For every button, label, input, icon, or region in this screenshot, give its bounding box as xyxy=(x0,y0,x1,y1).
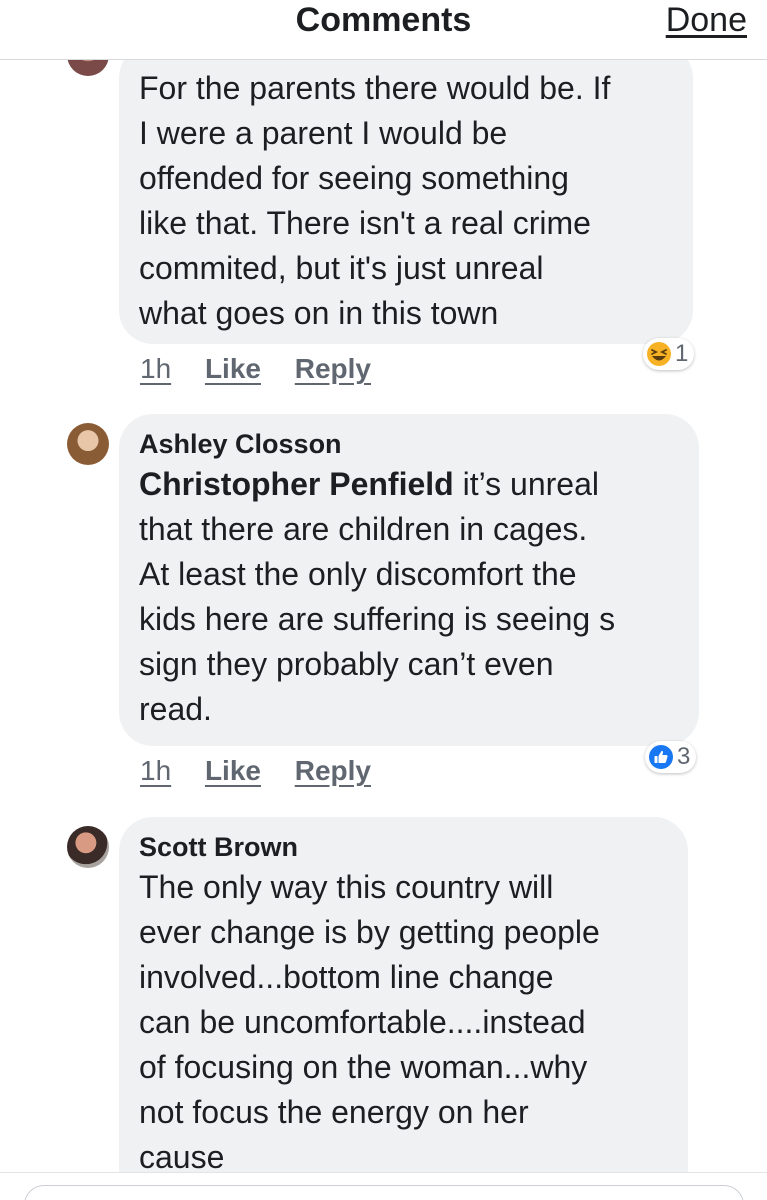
comment-text-line: what goes on in this town xyxy=(139,295,499,331)
comment-text-line: commited, but it's just unreal xyxy=(139,250,544,286)
comment-input[interactable] xyxy=(24,1185,744,1200)
comment-text-line: read. xyxy=(139,691,212,727)
reaction-badge[interactable]: 1 xyxy=(643,338,695,370)
comment-timestamp[interactable]: 1h xyxy=(140,349,171,389)
comment-text-line: I were a parent I would be xyxy=(139,115,508,151)
comment-text-line: For the parents there would be. If xyxy=(139,70,611,106)
comment-text-line: like that. There isn't a real crime xyxy=(139,205,591,241)
comment-text-line: The only way this country will xyxy=(139,869,554,905)
comment-author[interactable]: Scott Brown xyxy=(139,829,668,865)
comment-actions: 1h Like Reply xyxy=(140,349,397,389)
reaction-badge[interactable]: 3 xyxy=(645,741,697,773)
comment-author[interactable]: Ashley Closson xyxy=(139,426,679,462)
header-bar: Comments Done xyxy=(0,0,767,60)
like-button[interactable]: Like xyxy=(205,349,261,389)
comment-bubble: Ashley Closson Christopher Penfield it’s… xyxy=(119,414,699,746)
comment-text-line: can be uncomfortable....instead xyxy=(139,1004,586,1040)
comment-text-line: of focusing on the woman...why xyxy=(139,1049,588,1085)
avatar[interactable] xyxy=(67,423,109,465)
reply-button[interactable]: Reply xyxy=(295,751,371,791)
comment-text-line: ever change is by getting people xyxy=(139,914,600,950)
comment-text-line: not focus the energy on her xyxy=(139,1094,529,1130)
like-button[interactable]: Like xyxy=(205,751,261,791)
page-title: Comments xyxy=(295,1,472,39)
reaction-count: 3 xyxy=(677,743,691,770)
comment-text-line: sign they probably can’t even xyxy=(139,646,554,682)
comment-bubble: For the parents there would be. If I wer… xyxy=(119,44,693,344)
comment-timestamp[interactable]: 1h xyxy=(140,751,171,791)
avatar[interactable] xyxy=(67,826,109,868)
comment-bubble: Scott Brown The only way this country wi… xyxy=(119,817,688,1200)
comment-text-line: offended for seeing something xyxy=(139,160,569,196)
done-button[interactable]: Done xyxy=(666,0,747,40)
comment-actions: 1h Like Reply xyxy=(140,751,397,791)
comment-text-fragment: it’s unreal xyxy=(453,466,599,502)
comment-text-line: involved...bottom line change xyxy=(139,959,554,995)
haha-icon xyxy=(647,342,671,366)
comment-text-line: At least the only discomfort the xyxy=(139,556,577,592)
comment-text-line: kids here are suffering is seeing s xyxy=(139,601,616,637)
comment-text-line: Christopher Penfield it’s unreal xyxy=(139,462,679,507)
reaction-count: 1 xyxy=(675,340,689,367)
comment-text-line: that there are children in cages. xyxy=(139,511,588,547)
reply-button[interactable]: Reply xyxy=(295,349,371,389)
mention-link[interactable]: Christopher Penfield xyxy=(139,466,454,502)
like-icon xyxy=(649,745,673,769)
comments-screen: Comments Done For the parents there woul… xyxy=(0,0,767,1200)
